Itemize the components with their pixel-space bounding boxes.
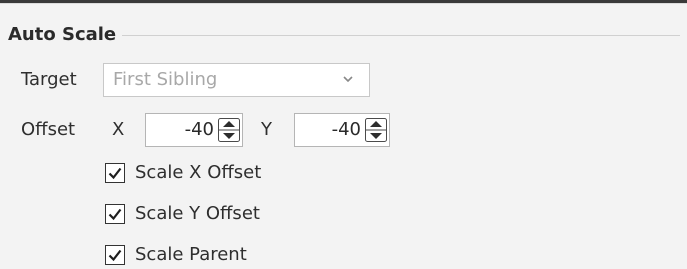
offset-x-value: -40 <box>184 119 214 140</box>
offset-y-label: Y <box>261 119 272 140</box>
scale-parent-checkbox[interactable] <box>105 245 125 265</box>
target-dropdown[interactable]: First Sibling <box>103 63 370 97</box>
checkmark-icon <box>108 249 122 262</box>
scale-y-offset-label: Scale Y Offset <box>135 203 260 224</box>
spin-up-down-icon[interactable] <box>365 118 387 142</box>
offset-y-value: -40 <box>331 119 361 140</box>
offset-label: Offset <box>21 119 76 140</box>
group-divider <box>120 35 680 36</box>
offset-x-label: X <box>112 119 125 140</box>
window-top-border <box>0 0 687 4</box>
target-dropdown-value: First Sibling <box>113 69 218 90</box>
offset-y-stepper[interactable]: -40 <box>294 113 390 147</box>
group-title: Auto Scale <box>8 24 123 46</box>
scale-y-offset-checkbox[interactable] <box>105 204 125 224</box>
chevron-down-icon <box>343 76 353 83</box>
scale-parent-label: Scale Parent <box>135 244 247 265</box>
checkmark-icon <box>108 167 122 180</box>
checkmark-icon <box>108 208 122 221</box>
spin-up-down-icon[interactable] <box>218 118 240 142</box>
scale-x-offset-checkbox[interactable] <box>105 163 125 183</box>
target-label: Target <box>21 69 77 90</box>
offset-x-stepper[interactable]: -40 <box>145 113 243 147</box>
scale-x-offset-label: Scale X Offset <box>135 162 262 183</box>
